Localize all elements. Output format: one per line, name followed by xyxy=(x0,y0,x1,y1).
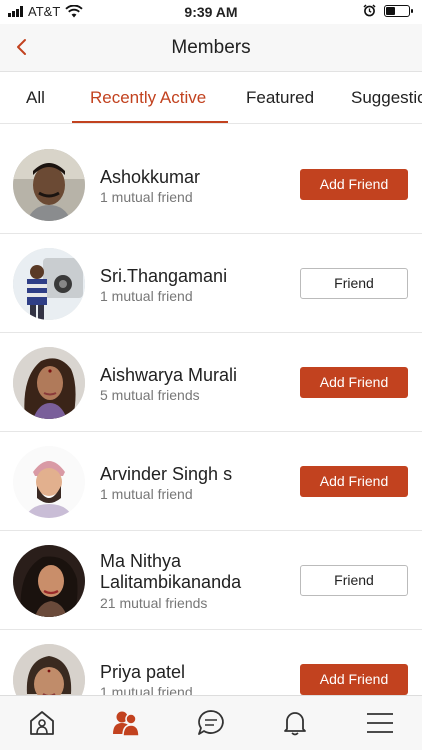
nav-menu[interactable] xyxy=(364,708,396,738)
avatar[interactable] xyxy=(13,446,85,518)
member-list: Ashokkumar 1 mutual friend Add Friend Sr… xyxy=(0,124,422,695)
status-bar: AT&T 9:39 AM xyxy=(0,0,422,24)
add-friend-button[interactable]: Add Friend xyxy=(300,367,408,398)
home-icon xyxy=(30,711,54,735)
nav-home[interactable] xyxy=(26,708,58,738)
active-tab-indicator xyxy=(72,121,228,123)
add-friend-button[interactable]: Add Friend xyxy=(300,664,408,695)
add-friend-button[interactable]: Add Friend xyxy=(300,466,408,497)
battery-icon xyxy=(384,4,413,17)
bottom-nav xyxy=(0,695,422,750)
tab-suggestions[interactable]: Suggestions xyxy=(351,72,422,123)
chat-icon xyxy=(198,710,224,735)
tab-all[interactable]: All xyxy=(26,72,45,123)
member-name[interactable]: Ashokkumar xyxy=(100,167,290,188)
avatar[interactable] xyxy=(13,644,85,695)
status-time: 9:39 AM xyxy=(184,4,238,20)
friend-button[interactable]: Friend xyxy=(300,565,408,596)
member-row[interactable]: Priya patel 1 mutual friend Add Friend xyxy=(0,630,422,695)
menu-icon xyxy=(367,713,393,733)
alarm-icon xyxy=(363,4,376,17)
mutual-friends: 1 mutual friend xyxy=(100,288,193,304)
tab-recently-active[interactable]: Recently Active xyxy=(90,72,206,123)
bell-icon xyxy=(284,712,306,736)
mutual-friends: 1 mutual friend xyxy=(100,189,193,205)
status-right xyxy=(363,4,413,17)
member-row[interactable]: Aishwarya Murali 5 mutual friends Add Fr… xyxy=(0,333,422,432)
member-row[interactable]: Ma Nithya Lalitambikananda 21 mutual fri… xyxy=(0,531,422,630)
member-name[interactable]: Priya patel xyxy=(100,662,290,683)
nav-members[interactable] xyxy=(110,708,142,738)
page-title: Members xyxy=(171,37,251,58)
add-friend-button[interactable]: Add Friend xyxy=(300,169,408,200)
mutual-friends: 5 mutual friends xyxy=(100,387,200,403)
avatar[interactable] xyxy=(13,248,85,320)
avatar[interactable] xyxy=(13,347,85,419)
member-row[interactable]: Ashokkumar 1 mutual friend Add Friend xyxy=(0,135,422,234)
member-row[interactable]: Arvinder Singh s 1 mutual friend Add Fri… xyxy=(0,432,422,531)
tab-featured[interactable]: Featured xyxy=(246,72,314,123)
battery-fill xyxy=(386,6,395,15)
member-name[interactable]: Sri.Thangamani xyxy=(100,266,290,287)
mutual-friends: 1 mutual friend xyxy=(100,486,193,502)
members-icon xyxy=(113,711,140,737)
friend-button[interactable]: Friend xyxy=(300,268,408,299)
mutual-friends: 1 mutual friend xyxy=(100,684,193,695)
member-row[interactable]: Sri.Thangamani 1 mutual friend Friend xyxy=(0,234,422,333)
member-name[interactable]: Arvinder Singh s xyxy=(100,464,290,485)
header: Members xyxy=(0,24,422,72)
mutual-friends: 21 mutual friends xyxy=(100,595,208,611)
nav-notifications[interactable] xyxy=(279,708,311,738)
nav-messages[interactable] xyxy=(195,708,227,738)
tab-bar: All Recently Active Featured Suggestions xyxy=(0,72,422,124)
member-name[interactable]: Ma Nithya Lalitambikananda xyxy=(100,551,290,593)
avatar[interactable] xyxy=(13,545,85,617)
member-name[interactable]: Aishwarya Murali xyxy=(100,365,290,386)
avatar[interactable] xyxy=(13,149,85,221)
